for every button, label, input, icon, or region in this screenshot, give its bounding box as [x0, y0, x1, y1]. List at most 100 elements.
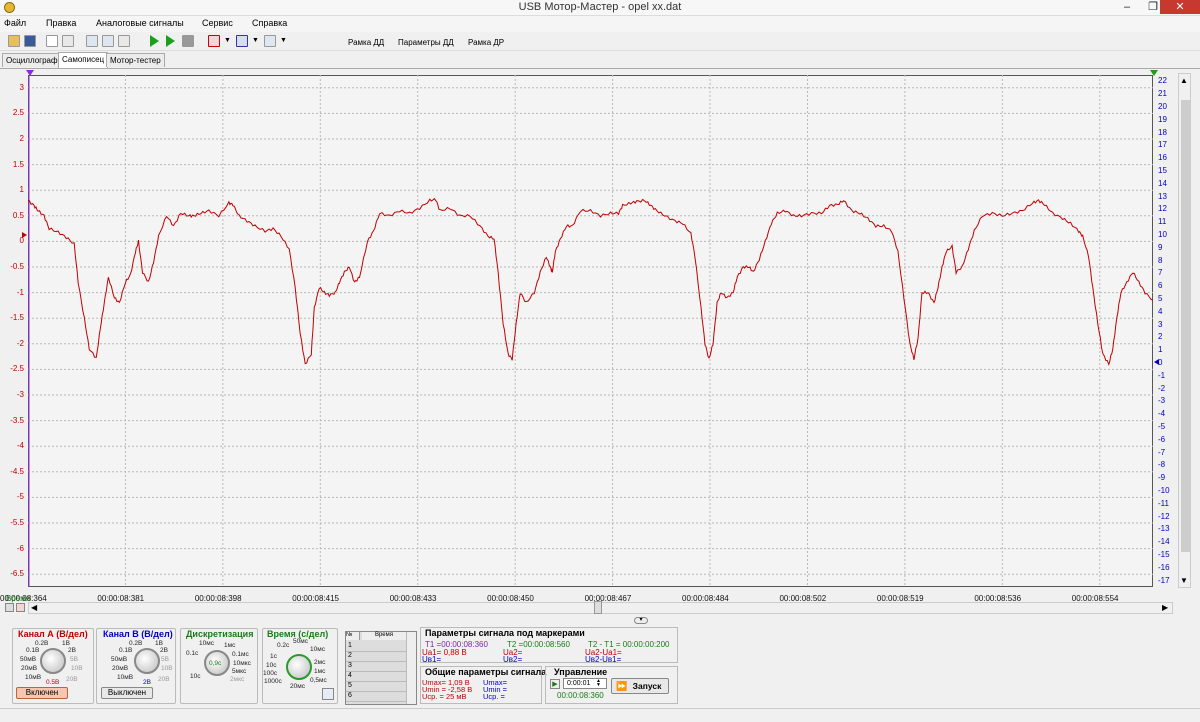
- right-axis-tick: 14: [1158, 178, 1167, 188]
- tab-oscillograph[interactable]: Осциллограф: [2, 53, 62, 67]
- chevron-down-icon[interactable]: ▼: [280, 37, 287, 44]
- right-axis-tick: -15: [1158, 550, 1170, 559]
- zoom-magnifier-icon[interactable]: [322, 688, 334, 700]
- channel-a-enable-button[interactable]: Включен: [16, 687, 68, 699]
- print-preview-icon[interactable]: [46, 35, 58, 47]
- menu-edit[interactable]: Правка: [46, 18, 76, 28]
- channel-b-enable-button[interactable]: Выключен: [101, 687, 153, 699]
- right-axis-tick: 0: [1158, 358, 1163, 367]
- horizontal-scroll-thumb[interactable]: [594, 601, 602, 614]
- elapsed-time: 00:00:08:360: [557, 691, 604, 700]
- menu-help[interactable]: Справка: [252, 18, 287, 28]
- signal-chart[interactable]: [28, 75, 1153, 587]
- chevron-down-icon[interactable]: ▼: [224, 37, 231, 44]
- scroll-right-icon[interactable]: ▶: [1162, 603, 1168, 612]
- collapse-panel-icon[interactable]: ▾: [634, 617, 648, 624]
- scroll-up-icon[interactable]: ▲: [1180, 76, 1188, 85]
- left-axis-tick: -2.5: [10, 364, 24, 374]
- right-axis-tick: 22: [1158, 76, 1167, 86]
- scroll-left-icon[interactable]: ◀: [31, 603, 37, 612]
- print-icon[interactable]: [62, 35, 74, 47]
- knob-value: 0,9с: [209, 660, 222, 667]
- tab-motor-tester[interactable]: Мотор-тестер: [106, 53, 165, 67]
- ramka-dd-button[interactable]: Рамка ДД: [348, 38, 384, 47]
- knob-label: 20В: [66, 676, 78, 683]
- right-axis-tick: 19: [1158, 114, 1167, 124]
- chevron-down-icon[interactable]: ▼: [252, 37, 259, 44]
- control-title: Управление: [554, 667, 608, 677]
- zoom-plus-icon[interactable]: [16, 603, 25, 612]
- left-axis-tick: -6.5: [10, 569, 24, 579]
- knob-label: 5В: [70, 656, 78, 663]
- right-axis-tick: 18: [1158, 127, 1167, 137]
- channel-a-icon[interactable]: [208, 35, 220, 47]
- channel-a-series-line: [28, 197, 1153, 367]
- play-fast-icon[interactable]: [166, 35, 175, 47]
- markers-title: Параметры сигнала под маркерами: [425, 628, 585, 638]
- tab-recorder[interactable]: Самописец: [58, 52, 109, 68]
- spinner-icon[interactable]: ▲ ▼: [596, 679, 601, 688]
- channel-b-title: Канал В (В/дел): [103, 629, 173, 639]
- knob-label: 0.1В: [119, 647, 133, 654]
- table-row[interactable]: 6: [346, 692, 406, 702]
- zoom-minus-icon[interactable]: [5, 603, 14, 612]
- general-params-title: Общие параметры сигнала: [425, 667, 547, 677]
- knob-label: 10мВ: [25, 674, 42, 681]
- status-bar: [0, 708, 1200, 722]
- table-row[interactable]: 2: [346, 652, 406, 662]
- table-row[interactable]: 5: [346, 682, 406, 692]
- minimize-button[interactable]: –: [1114, 0, 1140, 14]
- time-knob[interactable]: [286, 654, 312, 680]
- right-axis-tick: 20: [1158, 102, 1167, 111]
- window-title: USB Мотор-Мастер - opel xx.dat: [518, 1, 682, 13]
- table-row[interactable]: 4: [346, 672, 406, 682]
- vertical-scroll-thumb[interactable]: [1181, 100, 1190, 552]
- channel-b-icon[interactable]: [236, 35, 248, 47]
- stop-icon[interactable]: [182, 35, 194, 47]
- right-axis-tick: 1: [1158, 345, 1163, 355]
- zoom-out-icon[interactable]: [102, 35, 114, 47]
- knob-label: 20мс: [290, 683, 305, 690]
- marker-t2-icon[interactable]: [1150, 70, 1158, 76]
- marker-ub1: Uв1=: [422, 655, 442, 664]
- zoom-in-icon[interactable]: [86, 35, 98, 47]
- open-icon[interactable]: [8, 35, 20, 47]
- channel-b-knob[interactable]: [134, 648, 160, 674]
- marker-t1-icon[interactable]: [26, 70, 34, 76]
- right-axis-tick: -12: [1158, 511, 1170, 521]
- knob-label: 2мкс: [230, 676, 245, 683]
- right-axis-tick: -13: [1158, 524, 1170, 534]
- left-axis-tick: 0: [19, 236, 24, 246]
- knob-label: 1В: [62, 640, 70, 647]
- close-button[interactable]: ✕: [1160, 0, 1200, 14]
- save-icon[interactable]: [24, 35, 36, 47]
- table-scrollbar[interactable]: [406, 632, 416, 704]
- table-row[interactable]: 3: [346, 662, 406, 672]
- marker-ub2: Uв2=: [503, 655, 523, 664]
- right-axis-tick: 6: [1158, 281, 1163, 291]
- knob-label: 10мс: [199, 640, 214, 647]
- left-axis-tick: -5.5: [10, 518, 24, 527]
- step-play-icon[interactable]: ▶: [550, 679, 560, 689]
- right-axis-tick: -8: [1158, 460, 1166, 470]
- ramka-dr-button[interactable]: Рамка ДР: [468, 38, 504, 47]
- knob-label: 0.2В: [35, 640, 49, 647]
- scroll-down-icon[interactable]: ▼: [1180, 576, 1188, 585]
- menu-service[interactable]: Сервис: [202, 18, 233, 28]
- menu-analog-signals[interactable]: Аналоговые сигналы: [96, 18, 184, 28]
- menu-file[interactable]: Файл: [4, 18, 26, 28]
- right-axis-tick: 21: [1158, 89, 1167, 99]
- params-dd-button[interactable]: Параметры ДД: [398, 38, 454, 47]
- right-axis-tick: 3: [1158, 319, 1163, 329]
- right-axis-tick: -5: [1158, 422, 1166, 431]
- right-axis-tick: -9: [1158, 473, 1166, 483]
- export-icon[interactable]: [118, 35, 130, 47]
- knob-label: 20В: [158, 676, 170, 683]
- start-arrow-icon: ⏩: [616, 681, 628, 691]
- play-icon[interactable]: [150, 35, 159, 47]
- calculator-icon[interactable]: [264, 35, 276, 47]
- channel-a-knob[interactable]: [40, 648, 66, 674]
- table-row[interactable]: 1: [346, 642, 406, 652]
- left-axis-tick: -4.5: [10, 466, 24, 476]
- left-axis-tick: 3: [19, 82, 24, 92]
